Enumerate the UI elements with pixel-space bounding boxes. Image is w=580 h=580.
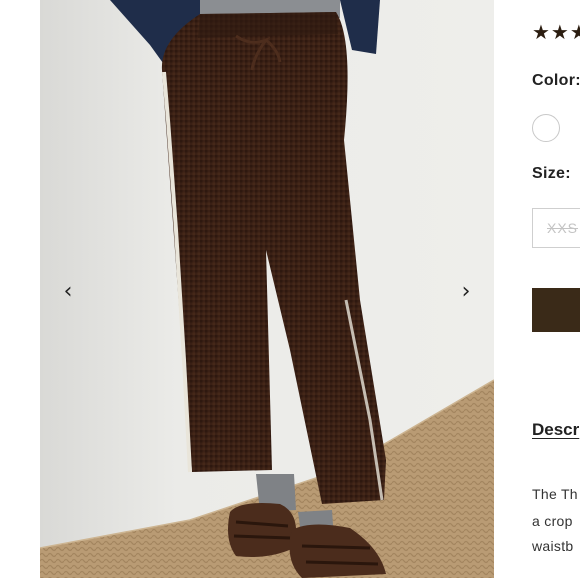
color-label: Color: (532, 72, 580, 89)
add-to-cart-button[interactable] (532, 288, 580, 332)
description-heading[interactable]: Descr (532, 420, 579, 440)
description-line: The Th (532, 486, 578, 502)
color-swatch-white[interactable] (532, 114, 560, 142)
product-photo (40, 0, 494, 578)
chevron-left-icon: ‹ (63, 279, 73, 304)
rating-stars-icon: ★★★ (532, 20, 580, 44)
size-label: Size: (532, 165, 571, 182)
product-image-gallery[interactable]: ‹ › (40, 0, 494, 578)
chevron-right-icon: › (461, 279, 471, 304)
product-details-panel: ★★★ Color: Size: XXS Descr The Th a crop… (532, 0, 580, 580)
next-image-button[interactable]: › (454, 278, 478, 306)
description-line: waistb (532, 538, 574, 554)
size-option-xxs[interactable]: XXS (532, 208, 580, 248)
previous-image-button[interactable]: ‹ (56, 278, 80, 306)
description-line: a crop (532, 513, 573, 529)
size-option-label: XXS (547, 220, 579, 236)
